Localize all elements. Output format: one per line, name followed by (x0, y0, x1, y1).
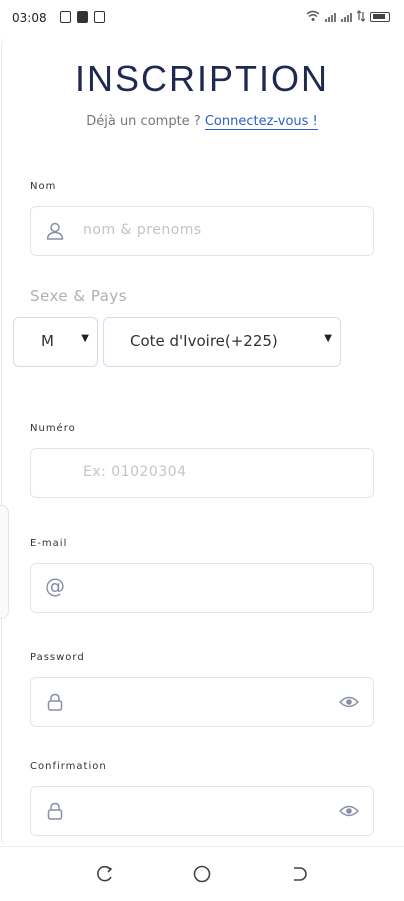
lock-icon (47, 802, 63, 820)
pays-value: Cote d'Ivoire(+225) (130, 332, 278, 350)
status-time: 03:08 (12, 11, 47, 25)
login-prompt-text: Déjà un compte ? (86, 114, 201, 129)
status-bar: 03:08 (0, 0, 404, 36)
numero-label: Numéro (30, 423, 76, 434)
password-label: Password (30, 652, 85, 663)
signal-icon (325, 13, 336, 22)
recent-apps-icon[interactable] (96, 865, 114, 883)
numero-placeholder: Ex: 01020304 (83, 464, 187, 480)
email-input[interactable]: @ (30, 563, 374, 613)
shield-icon (77, 11, 88, 23)
at-icon: @ (45, 574, 65, 598)
sexe-select[interactable]: M ▼ (13, 317, 98, 367)
lock-icon (47, 693, 63, 711)
data-arrows-icon (357, 10, 365, 22)
password-input[interactable] (30, 677, 374, 727)
battery-icon (370, 12, 390, 22)
back-icon[interactable] (290, 865, 308, 883)
email-label: E-mail (30, 538, 68, 549)
numero-input[interactable]: Ex: 01020304 (30, 448, 374, 498)
side-drawer-handle[interactable] (0, 505, 9, 619)
nom-input[interactable]: nom & prenoms (30, 206, 374, 256)
confirmation-label: Confirmation (30, 761, 107, 772)
eye-icon[interactable] (339, 694, 359, 710)
signal-icon-2 (341, 13, 352, 22)
page-title: INSCRIPTION (74, 58, 329, 99)
sim-icon (60, 11, 71, 23)
gallery-icon (94, 11, 105, 23)
login-link[interactable]: Connectez-vous ! (204, 114, 318, 130)
wifi-icon (306, 10, 320, 21)
nom-label: Nom (30, 181, 57, 192)
sexe-value: M (41, 332, 54, 350)
sexe-pays-label: Sexe & Pays (30, 287, 128, 305)
eye-icon[interactable] (339, 803, 359, 819)
home-icon[interactable] (193, 865, 211, 883)
navigation-bar (0, 846, 404, 901)
login-prompt: Déjà un compte ? Connectez-vous ! (0, 114, 404, 130)
confirmation-input[interactable] (30, 786, 374, 836)
status-system-icons (306, 10, 390, 22)
chevron-down-icon: ▼ (324, 333, 332, 344)
pays-select[interactable]: Cote d'Ivoire(+225) ▼ (103, 317, 341, 367)
chevron-down-icon: ▼ (81, 333, 89, 344)
status-notifications (60, 11, 105, 23)
nom-placeholder: nom & prenoms (83, 222, 202, 238)
user-icon (46, 222, 64, 240)
